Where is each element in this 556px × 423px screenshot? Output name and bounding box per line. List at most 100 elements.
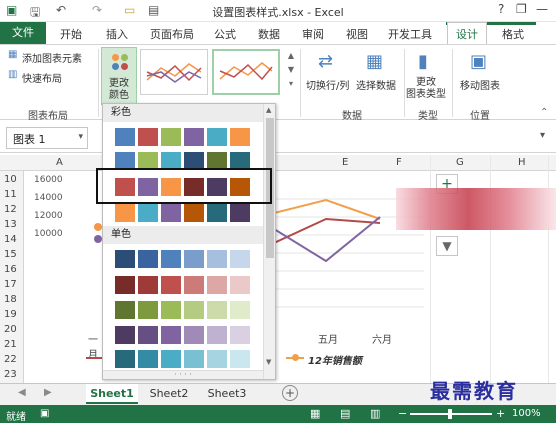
ribbon-display-icon[interactable]: ❐ bbox=[516, 2, 527, 16]
colorful-section-header: 彩色 bbox=[103, 104, 263, 122]
select-data-button[interactable]: 选择数据 bbox=[356, 77, 396, 92]
tab-insert[interactable]: 插入 bbox=[106, 26, 128, 42]
move-chart-button[interactable]: 移动图表 bbox=[460, 77, 500, 92]
add-sheet-icon[interactable]: + bbox=[282, 385, 298, 401]
page-layout-view-icon[interactable]: ▤ bbox=[340, 407, 350, 420]
row-header[interactable]: 22 bbox=[4, 354, 17, 365]
change-chart-type-label-1[interactable]: 更改 bbox=[406, 77, 446, 89]
macro-record-icon[interactable]: ▣ bbox=[40, 408, 49, 419]
add-chart-element-button[interactable]: 添加图表元素 bbox=[22, 50, 82, 65]
mono-scheme-red[interactable] bbox=[115, 276, 250, 294]
chevron-down-icon[interactable]: ▾ bbox=[78, 132, 83, 142]
row-header[interactable]: 18 bbox=[4, 294, 17, 305]
zoom-level[interactable]: 100% bbox=[512, 408, 541, 419]
scroll-down-icon[interactable]: ▼ bbox=[266, 358, 271, 366]
quick-layout-button[interactable]: 快速布局 bbox=[22, 70, 62, 85]
name-box[interactable]: 图表 1 ▾ bbox=[6, 127, 88, 149]
row-header[interactable]: 19 bbox=[4, 309, 17, 320]
swatch bbox=[161, 301, 181, 319]
tab-home[interactable]: 开始 bbox=[60, 26, 82, 42]
swatch bbox=[207, 204, 227, 222]
row-header[interactable]: 13 bbox=[4, 219, 17, 230]
swatch bbox=[184, 350, 204, 368]
sheet-tab-2[interactable]: Sheet2 bbox=[142, 384, 196, 404]
zoom-slider-thumb[interactable] bbox=[448, 409, 452, 419]
group-label-layout: 图表布局 bbox=[28, 111, 68, 122]
name-box-value: 图表 1 bbox=[13, 133, 46, 146]
switch-row-column-icon: ⇄ bbox=[318, 51, 334, 72]
swatch bbox=[138, 276, 158, 294]
resize-grip[interactable]: · · · · bbox=[103, 370, 263, 379]
tab-design[interactable]: 设计 bbox=[456, 26, 478, 42]
scroll-right-icon[interactable]: ▶ bbox=[44, 387, 52, 398]
column-header-h[interactable]: H bbox=[518, 157, 526, 168]
ribbon-separator bbox=[98, 49, 99, 117]
tab-view[interactable]: 视图 bbox=[346, 26, 368, 42]
swatch bbox=[161, 250, 181, 268]
chart-styles-scroll[interactable]: ▲ ▼ ▾ bbox=[286, 49, 296, 95]
mono-scheme-purple[interactable] bbox=[115, 326, 250, 344]
scroll-left-icon[interactable]: ◀ bbox=[18, 387, 26, 398]
chart-filter-icon[interactable]: ▼ bbox=[436, 236, 458, 256]
swatch bbox=[138, 128, 158, 146]
monochromatic-section-header: 单色 bbox=[103, 226, 263, 244]
tab-formulas[interactable]: 公式 bbox=[214, 26, 236, 42]
x-axis-label: 五月 bbox=[318, 335, 338, 346]
minimize-button[interactable]: — bbox=[536, 2, 548, 16]
column-header-g[interactable]: G bbox=[456, 157, 464, 168]
page-break-view-icon[interactable]: ▥ bbox=[370, 407, 380, 420]
swatch bbox=[115, 301, 135, 319]
expand-formula-icon[interactable]: ▾ bbox=[540, 130, 545, 141]
row-header[interactable]: 20 bbox=[4, 324, 17, 335]
row-header[interactable]: 23 bbox=[4, 369, 17, 380]
tab-developer[interactable]: 开发工具 bbox=[388, 26, 432, 42]
row-header[interactable]: 17 bbox=[4, 279, 17, 290]
column-header-e[interactable]: E bbox=[342, 157, 348, 168]
sheet-tab-3[interactable]: Sheet3 bbox=[200, 384, 254, 404]
row-header[interactable]: 21 bbox=[4, 339, 17, 350]
mono-scheme-blue[interactable] bbox=[115, 250, 250, 268]
color-scheme-dropdown[interactable]: 彩色 单色 · · · · ▲ ▼ bbox=[102, 103, 276, 380]
row-header[interactable]: 16 bbox=[4, 264, 17, 275]
mono-scheme-aqua[interactable] bbox=[115, 350, 250, 368]
tab-file[interactable]: 文件 bbox=[0, 22, 46, 44]
swatch bbox=[230, 276, 250, 294]
tab-page-layout[interactable]: 页面布局 bbox=[150, 26, 194, 42]
help-button[interactable]: ? bbox=[498, 2, 504, 16]
row-header[interactable]: 10 bbox=[4, 174, 17, 185]
ribbon-separator bbox=[404, 49, 405, 117]
column-header-f[interactable]: F bbox=[396, 157, 402, 168]
chart-style-thumbnail-2[interactable] bbox=[212, 49, 280, 95]
swatch bbox=[138, 350, 158, 368]
dropdown-scrollbar[interactable]: ▲ ▼ bbox=[263, 104, 275, 379]
swatch bbox=[115, 326, 135, 344]
sheet-tab-1[interactable]: Sheet1 bbox=[86, 384, 138, 404]
ribbon-separator bbox=[452, 49, 453, 117]
color-scheme-option-4[interactable] bbox=[115, 204, 250, 222]
switch-row-column-button[interactable]: 切换行/列 bbox=[306, 77, 349, 92]
column-header-a[interactable]: A bbox=[56, 157, 63, 168]
normal-view-icon[interactable]: ▦ bbox=[310, 407, 320, 420]
tab-review[interactable]: 审阅 bbox=[302, 26, 324, 42]
swatch bbox=[230, 326, 250, 344]
row-header[interactable]: 11 bbox=[4, 189, 17, 200]
color-scheme-option-1[interactable] bbox=[115, 128, 250, 146]
status-ready: 就绪 bbox=[6, 412, 26, 423]
chart-left-portion[interactable]: 16000 14000 12000 10000 一月 bbox=[26, 171, 102, 383]
tab-data[interactable]: 数据 bbox=[258, 26, 280, 42]
row-header[interactable]: 15 bbox=[4, 249, 17, 260]
formula-bar: 图表 1 ▾ ▾ bbox=[0, 121, 556, 153]
tab-format[interactable]: 格式 bbox=[502, 26, 524, 42]
zoom-out-icon[interactable]: − bbox=[398, 407, 407, 420]
zoom-in-icon[interactable]: + bbox=[496, 407, 505, 420]
change-colors-button[interactable]: 更改 颜色 bbox=[101, 47, 137, 105]
mono-scheme-green[interactable] bbox=[115, 301, 250, 319]
row-header[interactable]: 12 bbox=[4, 204, 17, 215]
scroll-up-icon[interactable]: ▲ bbox=[266, 106, 271, 114]
collapse-ribbon-icon[interactable]: ⌃ bbox=[540, 107, 548, 118]
swatch bbox=[207, 128, 227, 146]
change-chart-type-label-2[interactable]: 图表类型 bbox=[406, 89, 446, 101]
row-headers: 10 11 12 13 14 15 16 17 18 19 20 21 22 2… bbox=[0, 171, 24, 383]
row-header[interactable]: 14 bbox=[4, 234, 17, 245]
chart-style-thumbnail-1[interactable] bbox=[140, 49, 208, 95]
